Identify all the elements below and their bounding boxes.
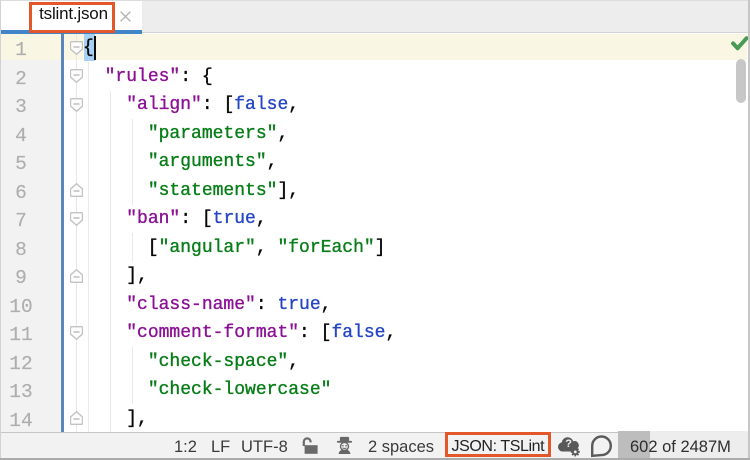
svg-text:?: ? [565, 437, 572, 449]
